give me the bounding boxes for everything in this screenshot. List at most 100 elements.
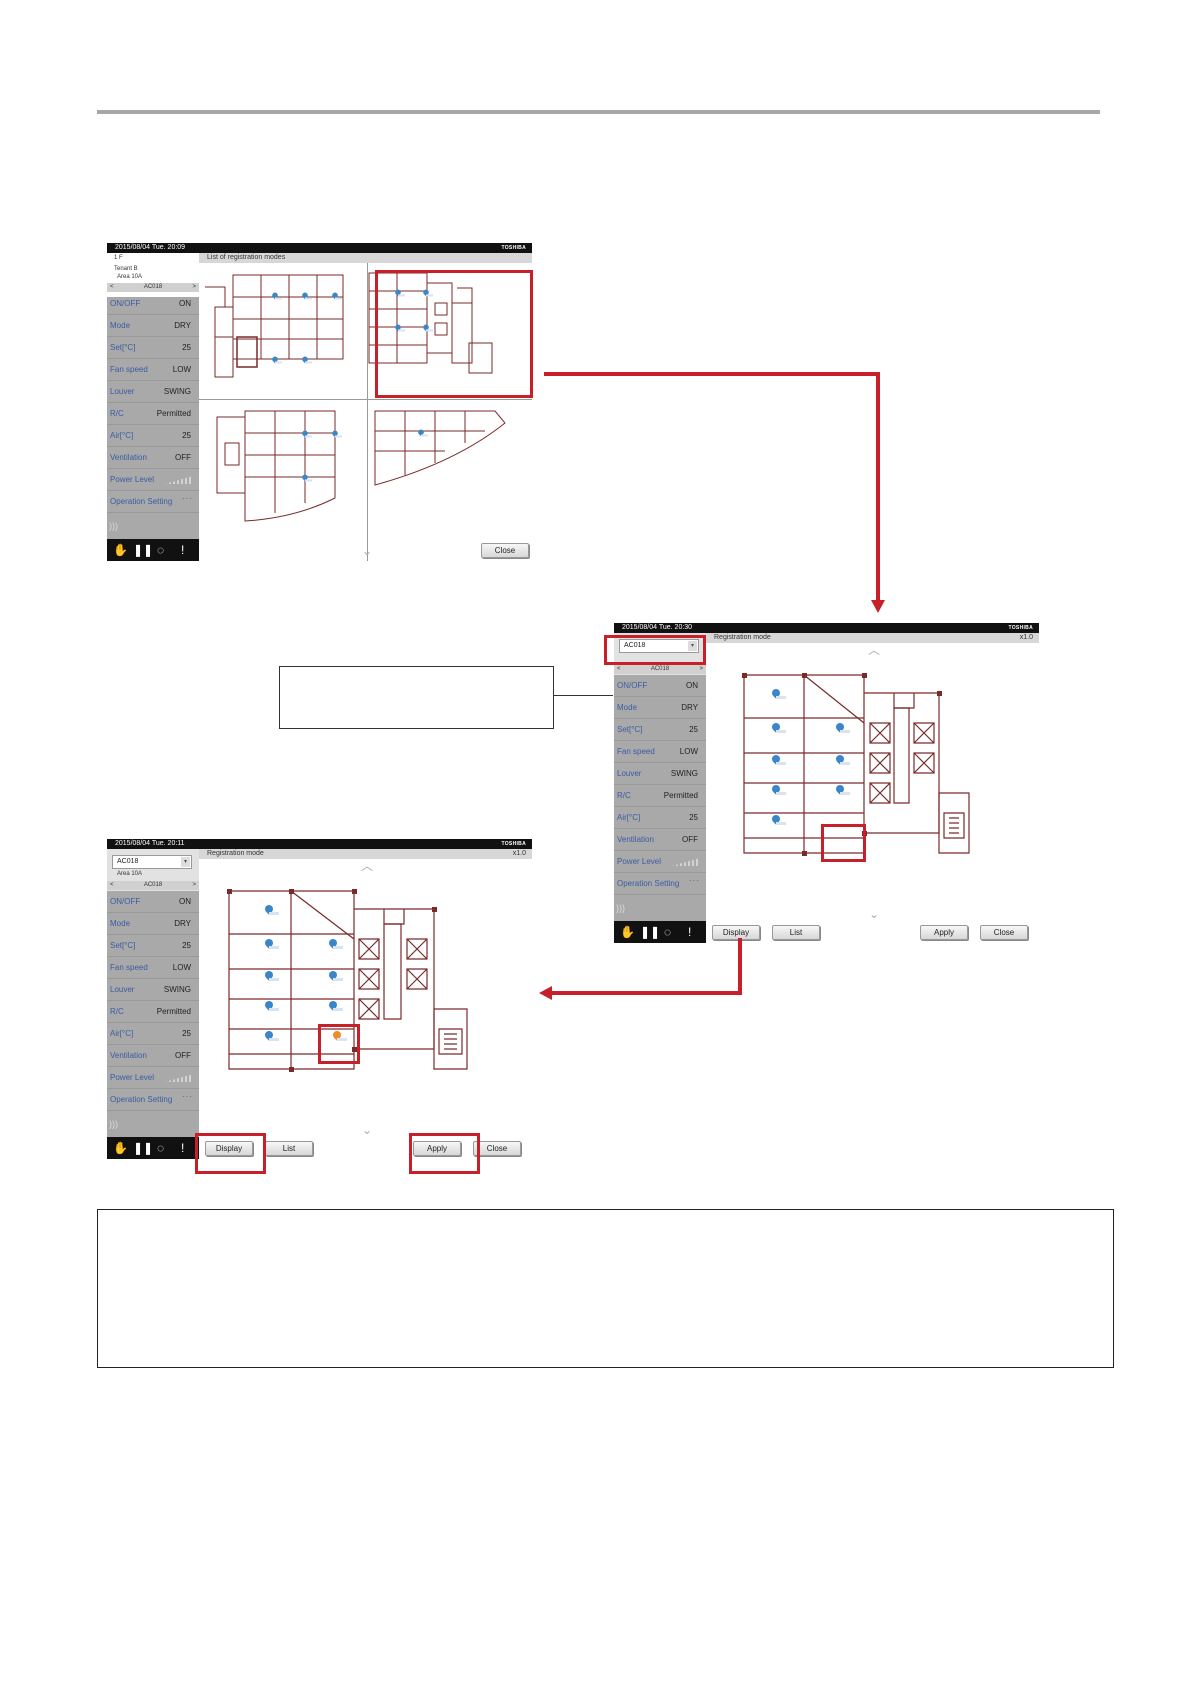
grid-view-icon[interactable]: ❚❚ (640, 925, 660, 939)
flow-arrow-segment (552, 991, 742, 995)
row-on-off[interactable]: ON/OFF ON (107, 891, 199, 913)
map-pin[interactable] (836, 755, 850, 765)
alert-icon[interactable]: ! (688, 925, 691, 939)
chevron-down-icon[interactable]: ⌄ (359, 545, 375, 557)
alert-icon[interactable]: ! (181, 1141, 184, 1155)
rc-label: R/C (617, 791, 631, 800)
row-mode[interactable]: Mode DRY (107, 913, 199, 935)
row-mode[interactable]: Mode DRY (107, 315, 199, 337)
prev-device-arrow[interactable]: < (110, 283, 114, 292)
map-pin[interactable] (265, 905, 279, 915)
fan-speed-label: Fan speed (110, 365, 148, 374)
row-rc[interactable]: R/C Permitted (107, 403, 199, 425)
close-button[interactable]: Close (473, 1141, 521, 1156)
floor-plan-thumbnail-4[interactable] (365, 403, 515, 503)
air-temp-value: 25 (689, 813, 698, 822)
flow-arrow-segment (876, 372, 880, 600)
next-device-arrow[interactable]: > (192, 881, 196, 890)
close-button[interactable]: Close (481, 543, 529, 558)
row-ventilation[interactable]: Ventilation OFF (107, 1045, 199, 1067)
row-louver[interactable]: Louver SWING (107, 979, 199, 1001)
map-pin[interactable] (265, 1001, 279, 1011)
map-pin[interactable] (272, 357, 282, 364)
grid-view-icon[interactable]: ❚❚ (133, 543, 153, 557)
map-pin[interactable] (772, 755, 786, 765)
floor-plan-thumbnail-3[interactable] (205, 403, 350, 533)
row-ventilation[interactable]: Ventilation OFF (107, 447, 199, 469)
chevron-down-icon[interactable]: ▾ (181, 857, 190, 867)
row-set-temp[interactable]: Set[°C] 25 (614, 719, 706, 741)
quadrant-divider-v (367, 263, 368, 561)
row-operation-setting[interactable]: Operation Setting ··· (614, 873, 706, 895)
row-mode[interactable]: Mode DRY (614, 697, 706, 719)
map-pin[interactable] (265, 971, 279, 981)
map-pin[interactable] (836, 785, 850, 795)
map-pin[interactable] (836, 723, 850, 733)
row-louver[interactable]: Louver SWING (614, 763, 706, 785)
row-on-off[interactable]: ON/OFF ON (107, 293, 199, 315)
map-pin[interactable] (302, 357, 312, 364)
row-ventilation[interactable]: Ventilation OFF (614, 829, 706, 851)
device-selector[interactable]: < AC018 > (107, 283, 199, 292)
hand-icon[interactable]: ✋ (113, 1141, 128, 1155)
ventilation-label: Ventilation (110, 1051, 147, 1060)
map-pin[interactable] (272, 293, 282, 300)
grid-view-icon[interactable]: ❚❚ (133, 1141, 153, 1155)
on-off-value: ON (179, 897, 191, 906)
row-fan-speed[interactable]: Fan speed LOW (614, 741, 706, 763)
refresh-icon[interactable]: ◌ (157, 1141, 164, 1155)
map-pin[interactable] (302, 431, 312, 438)
row-rc[interactable]: R/C Permitted (107, 1001, 199, 1023)
prev-device-arrow[interactable]: < (617, 665, 621, 674)
map-pin[interactable] (772, 689, 786, 699)
map-pin[interactable] (265, 939, 279, 949)
map-pin[interactable] (772, 723, 786, 733)
device-selector[interactable]: < AC018 > (614, 665, 706, 674)
chevron-up-icon[interactable]: ︿ (866, 644, 882, 656)
chevron-up-icon[interactable]: ︿ (359, 860, 375, 872)
floor-plan-thumbnail-1[interactable] (205, 267, 365, 395)
hand-icon[interactable]: ✋ (620, 925, 635, 939)
row-operation-setting[interactable]: Operation Setting ··· (107, 491, 199, 513)
row-power-level: Power Level (107, 1067, 199, 1089)
hand-icon[interactable]: ✋ (113, 543, 128, 557)
brand-logo: TOSHIBA (501, 245, 526, 251)
row-set-temp[interactable]: Set[°C] 25 (107, 337, 199, 359)
alert-icon[interactable]: ! (181, 543, 184, 557)
map-pin[interactable] (329, 939, 343, 949)
map-pin[interactable] (332, 431, 342, 438)
map-pin[interactable] (265, 1031, 279, 1041)
row-fan-speed[interactable]: Fan speed LOW (107, 957, 199, 979)
row-set-temp[interactable]: Set[°C] 25 (107, 935, 199, 957)
display-button[interactable]: Display (712, 925, 760, 940)
apply-button[interactable]: Apply (920, 925, 968, 940)
device-selector[interactable]: < AC018 > (107, 881, 199, 890)
row-fan-speed[interactable]: Fan speed LOW (107, 359, 199, 381)
prev-device-arrow[interactable]: < (110, 881, 114, 890)
list-button[interactable]: List (772, 925, 820, 940)
map-pin[interactable] (772, 815, 786, 825)
chevron-down-icon[interactable]: ⌄ (359, 1124, 375, 1136)
chevron-down-icon[interactable]: ⌄ (866, 908, 882, 920)
map-pin[interactable] (302, 475, 312, 482)
next-device-arrow[interactable]: > (699, 665, 703, 674)
mode-label: Mode (617, 703, 638, 712)
map-pin[interactable] (302, 293, 312, 300)
area-label: Area 10A (117, 274, 143, 280)
list-button[interactable]: List (265, 1141, 313, 1156)
map-pin[interactable] (329, 1001, 343, 1011)
louver-label: Louver (110, 985, 135, 994)
map-pin[interactable] (772, 785, 786, 795)
row-on-off[interactable]: ON/OFF ON (614, 675, 706, 697)
row-operation-setting[interactable]: Operation Setting ··· (107, 1089, 199, 1111)
refresh-icon[interactable]: ◌ (157, 543, 164, 557)
close-button[interactable]: Close (980, 925, 1028, 940)
map-pin[interactable] (418, 430, 429, 437)
row-rc[interactable]: R/C Permitted (614, 785, 706, 807)
row-louver[interactable]: Louver SWING (107, 381, 199, 403)
device-select-dropdown[interactable]: AC018 ▾ (112, 855, 192, 869)
map-pin[interactable] (329, 971, 343, 981)
next-device-arrow[interactable]: > (192, 283, 196, 292)
refresh-icon[interactable]: ◌ (664, 925, 671, 939)
map-pin[interactable] (332, 293, 342, 300)
